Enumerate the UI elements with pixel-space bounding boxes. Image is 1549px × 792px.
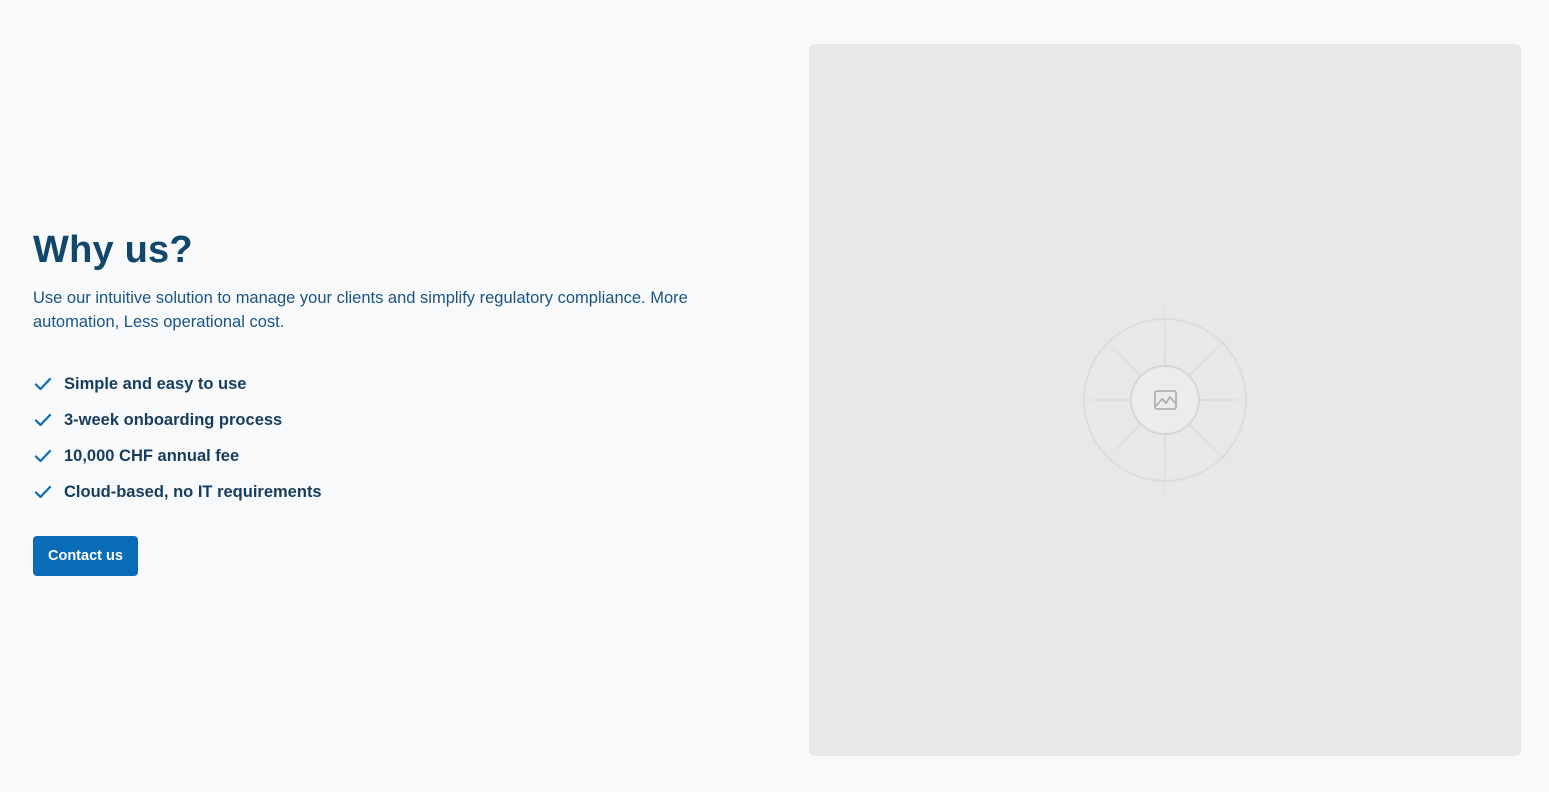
- feature-label: Simple and easy to use: [64, 374, 247, 393]
- why-us-section: Why us? Use our intuitive solution to ma…: [0, 0, 1549, 792]
- feature-label: 10,000 CHF annual fee: [64, 446, 240, 465]
- feature-item: Cloud-based, no IT requirements: [33, 474, 733, 510]
- section-description: Use our intuitive solution to manage you…: [33, 289, 688, 331]
- why-us-content: Why us? Use our intuitive solution to ma…: [33, 226, 733, 576]
- feature-list: Simple and easy to use 3-week onboarding…: [33, 366, 733, 510]
- image-placeholder: [809, 44, 1521, 756]
- check-icon: [33, 446, 53, 466]
- check-icon: [33, 482, 53, 502]
- feature-item: 10,000 CHF annual fee: [33, 438, 733, 474]
- image-placeholder-graphic: [1045, 280, 1285, 520]
- section-title: Why us?: [33, 229, 193, 271]
- contact-us-button[interactable]: Contact us: [33, 536, 138, 576]
- check-icon: [33, 410, 53, 430]
- feature-label: 3-week onboarding process: [64, 410, 283, 429]
- feature-label: Cloud-based, no IT requirements: [64, 482, 322, 501]
- feature-item: 3-week onboarding process: [33, 402, 733, 438]
- feature-item: Simple and easy to use: [33, 366, 733, 402]
- check-icon: [33, 374, 53, 394]
